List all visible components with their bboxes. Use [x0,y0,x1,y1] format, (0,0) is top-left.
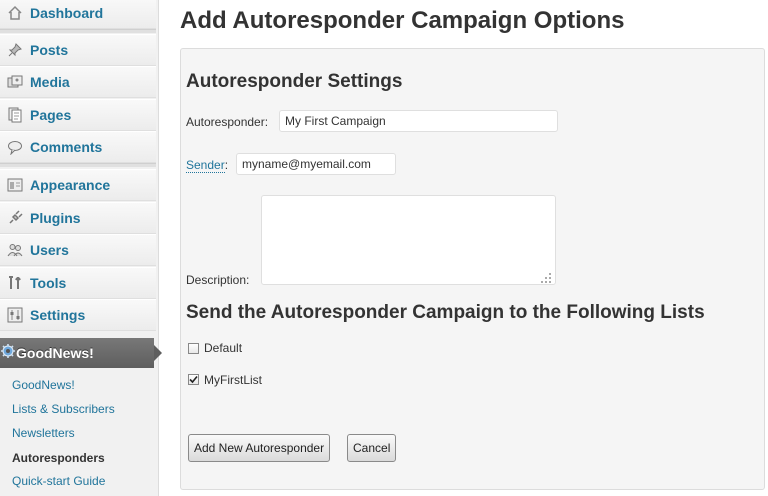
plugin-icon [6,209,24,227]
sidebar-item-dashboard[interactable]: Dashboard [0,0,156,29]
sender-help-link[interactable]: Sender [186,158,225,173]
sidebar-item-label: Appearance [30,177,111,193]
sidebar-item-label: Posts [30,42,69,58]
comment-bubble-icon [6,138,24,156]
pages-icon [6,106,24,124]
admin-sidebar: Dashboard Posts Media Pages Comments App… [0,0,162,496]
submenu-item-lists-subscribers[interactable]: Lists & Subscribers [12,402,115,416]
lists-heading: Send the Autoresponder Campaign to the F… [186,302,705,323]
add-new-autoresponder-button[interactable]: Add New Autoresponder [188,434,331,462]
sidebar-item-tools[interactable]: Tools [0,267,156,299]
sidebar-item-media[interactable]: Media [0,66,156,98]
submenu-item-quick-start-guide[interactable]: Quick-start Guide [12,474,105,488]
dashboard-icon [6,4,24,22]
sender-label-colon: : [224,158,229,172]
checkmark-icon [189,375,198,384]
sidebar-item-goodnews[interactable]: GoodNews! [0,338,162,368]
sidebar-item-users[interactable]: Users [0,234,156,266]
sender-label: Sender: [186,158,229,173]
users-icon [6,241,24,259]
sidebar-item-label: Media [30,74,70,90]
submenu-item-goodnews[interactable]: GoodNews! [12,378,75,392]
sidebar-item-plugins[interactable]: Plugins [0,202,156,234]
submenu-item-newsletters[interactable]: Newsletters [12,426,75,440]
resize-grip-icon[interactable] [541,270,551,283]
sender-email-input[interactable] [236,153,396,175]
page-title: Add Autoresponder Campaign Options [180,7,625,34]
media-icon [6,73,24,91]
sidebar-item-label: Settings [30,307,86,323]
sidebar-item-comments[interactable]: Comments [0,131,156,163]
menu-separator [0,29,156,33]
list-myfirstlist-label: MyFirstList [204,373,262,387]
sidebar-item-appearance[interactable]: Appearance [0,169,156,201]
sidebar-item-label: Plugins [30,210,81,226]
campaign-options-panel: Autoresponder Settings Autoresponder: Se… [180,48,765,490]
sidebar-item-settings[interactable]: Settings [0,299,156,331]
list-default-checkbox[interactable] [188,343,199,354]
description-textarea[interactable] [261,195,556,285]
list-myfirstlist-checkbox[interactable] [188,374,199,385]
sidebar-item-label: Dashboard [30,5,104,21]
appearance-icon [6,176,24,194]
cancel-button[interactable]: Cancel [347,434,397,462]
submenu-item-autoresponders[interactable]: Autoresponders [12,451,105,465]
list-default-label: Default [204,341,243,355]
settings-heading: Autoresponder Settings [186,71,403,92]
pushpin-icon [6,41,24,59]
sidebar-item-label: GoodNews! [16,345,94,361]
tools-icon [6,274,24,292]
autoresponder-name-input[interactable] [279,110,558,132]
settings-icon [6,306,24,324]
sidebar-item-label: Pages [30,107,72,123]
sidebar-item-label: Comments [30,139,103,155]
sidebar-item-posts[interactable]: Posts [0,34,156,66]
sidebar-item-pages[interactable]: Pages [0,99,156,131]
autoresponder-label: Autoresponder: [186,115,269,129]
gear-icon [0,343,16,364]
sidebar-item-label: Tools [30,275,67,291]
menu-separator [0,163,156,167]
description-label: Description: [186,273,250,287]
sidebar-item-label: Users [30,242,69,258]
